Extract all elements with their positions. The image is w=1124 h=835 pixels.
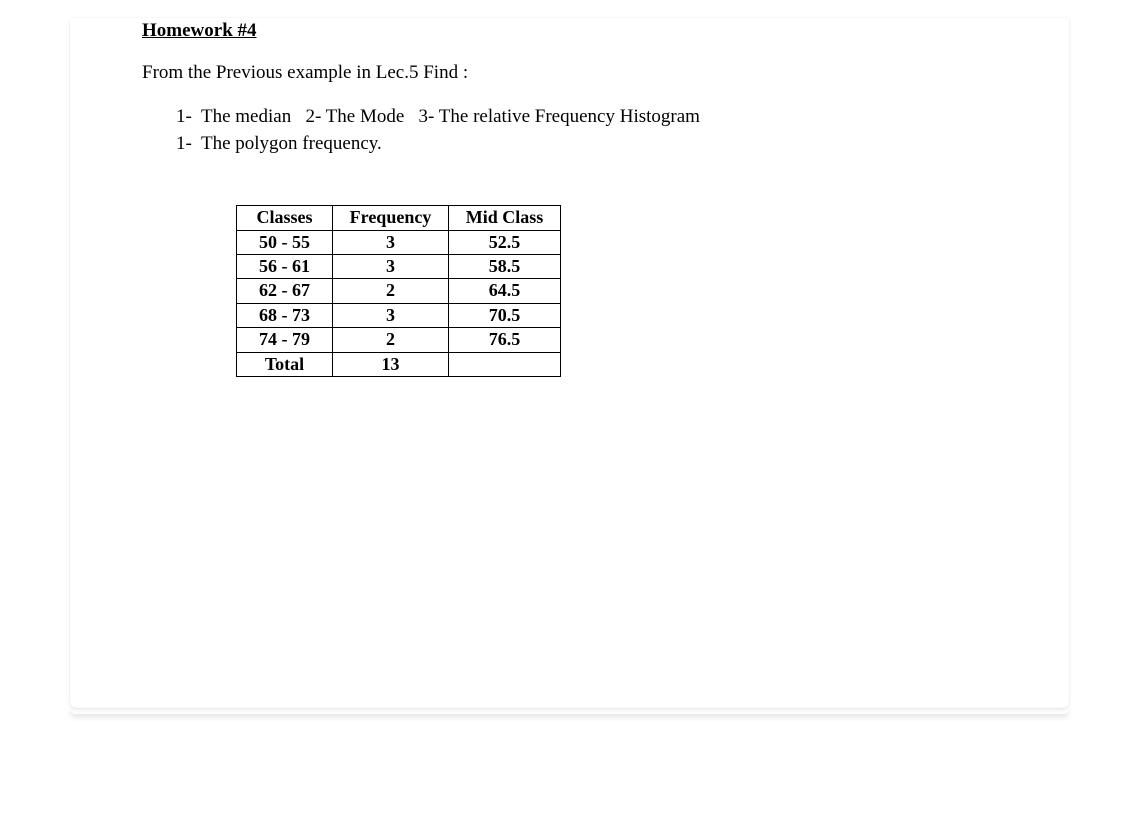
header-classes: Classes — [237, 206, 333, 230]
question-line-1: 1- The median 2- The Mode 3- The relativ… — [176, 104, 1009, 131]
table-row: 68 - 73 3 70.5 — [237, 303, 561, 327]
cell-class: 62 - 67 — [237, 279, 333, 303]
cell-mid: 70.5 — [449, 303, 561, 327]
page-title: Homework #4 — [142, 18, 1009, 42]
cell-freq: 3 — [333, 254, 449, 278]
question-line-2: 1- The polygon frequency. — [176, 131, 1009, 158]
cell-freq: 2 — [333, 328, 449, 352]
table-row: 50 - 55 3 52.5 — [237, 230, 561, 254]
table-row: 74 - 79 2 76.5 — [237, 328, 561, 352]
cell-class: 74 - 79 — [237, 328, 333, 352]
cell-mid: 58.5 — [449, 254, 561, 278]
header-midclass: Mid Class — [449, 206, 561, 230]
frequency-table: Classes Frequency Mid Class 50 - 55 3 52… — [236, 205, 561, 377]
cell-freq: 2 — [333, 279, 449, 303]
cell-empty — [449, 352, 561, 376]
table-row: 56 - 61 3 58.5 — [237, 254, 561, 278]
table-total-row: Total 13 — [237, 352, 561, 376]
cell-mid: 52.5 — [449, 230, 561, 254]
document-page: Homework #4 From the Previous example in… — [70, 18, 1069, 708]
table-row: 62 - 67 2 64.5 — [237, 279, 561, 303]
cell-total-freq: 13 — [333, 352, 449, 376]
cell-mid: 76.5 — [449, 328, 561, 352]
table-header-row: Classes Frequency Mid Class — [237, 206, 561, 230]
question-list: 1- The median 2- The Mode 3- The relativ… — [176, 104, 1009, 157]
intro-text: From the Previous example in Lec.5 Find … — [142, 62, 1009, 84]
cell-mid: 64.5 — [449, 279, 561, 303]
cell-class: 68 - 73 — [237, 303, 333, 327]
cell-freq: 3 — [333, 230, 449, 254]
cell-class: 56 - 61 — [237, 254, 333, 278]
cell-freq: 3 — [333, 303, 449, 327]
cell-class: 50 - 55 — [237, 230, 333, 254]
header-frequency: Frequency — [333, 206, 449, 230]
cell-total-label: Total — [237, 352, 333, 376]
